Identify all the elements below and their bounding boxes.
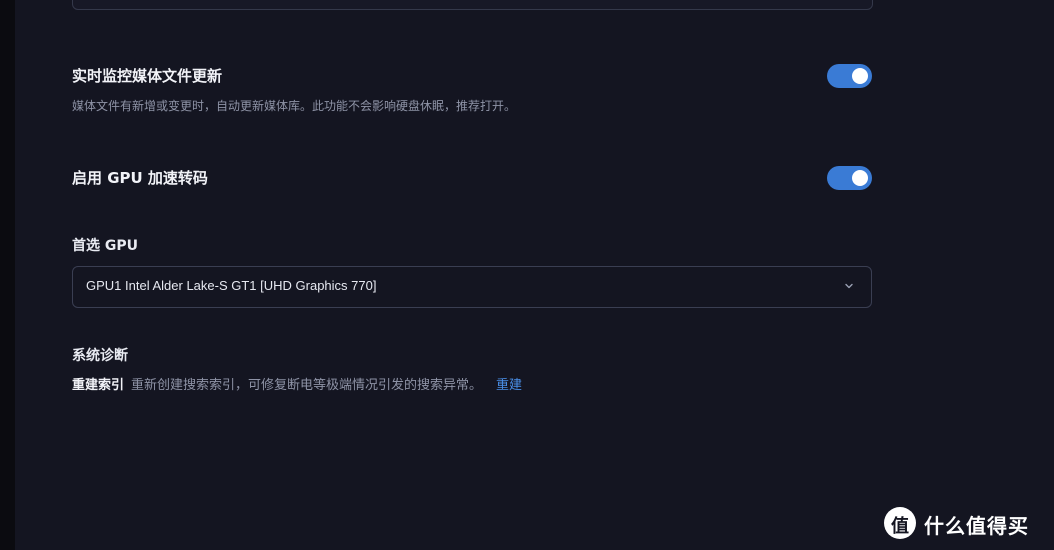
rebuild-index-description: 重新创建搜索索引，可修复断电等极端情况引发的搜索异常。: [131, 378, 483, 393]
left-edge-strip: [0, 0, 15, 550]
gpu-transcode-title: 启用 GPU 加速转码: [72, 169, 208, 187]
watermark-logo-icon: 值: [884, 507, 916, 539]
preferred-gpu-value: GPU1 Intel Alder Lake-S GT1 [UHD Graphic…: [86, 278, 377, 293]
toggle-knob: [852, 170, 868, 186]
previous-field-edge: [72, 0, 873, 10]
preferred-gpu-select[interactable]: GPU1 Intel Alder Lake-S GT1 [UHD Graphic…: [72, 266, 872, 308]
watermark: 值 什么值得买: [884, 506, 1044, 540]
rebuild-index-label: 重建索引: [72, 378, 125, 393]
rebuild-index-row: 重建索引 重新创建搜索索引，可修复断电等极端情况引发的搜索异常。 重建: [72, 377, 522, 395]
diagnostics-title: 系统诊断: [72, 348, 128, 364]
monitor-toggle[interactable]: [827, 64, 872, 88]
watermark-text: 什么值得买: [924, 514, 1029, 538]
chevron-down-icon: [845, 283, 853, 289]
watermark-logo-text: 值: [891, 516, 909, 537]
preferred-gpu-label: 首选 GPU: [72, 238, 138, 254]
monitor-setting-title: 实时监控媒体文件更新: [72, 67, 223, 85]
settings-panel: 实时监控媒体文件更新 媒体文件有新增或变更时，自动更新媒体库。此功能不会影响硬盘…: [15, 0, 1054, 550]
gpu-transcode-toggle[interactable]: [827, 166, 872, 190]
monitor-setting-description: 媒体文件有新增或变更时，自动更新媒体库。此功能不会影响硬盘休眠，推荐打开。: [72, 99, 517, 113]
toggle-knob: [852, 68, 868, 84]
rebuild-link[interactable]: 重建: [496, 378, 522, 393]
